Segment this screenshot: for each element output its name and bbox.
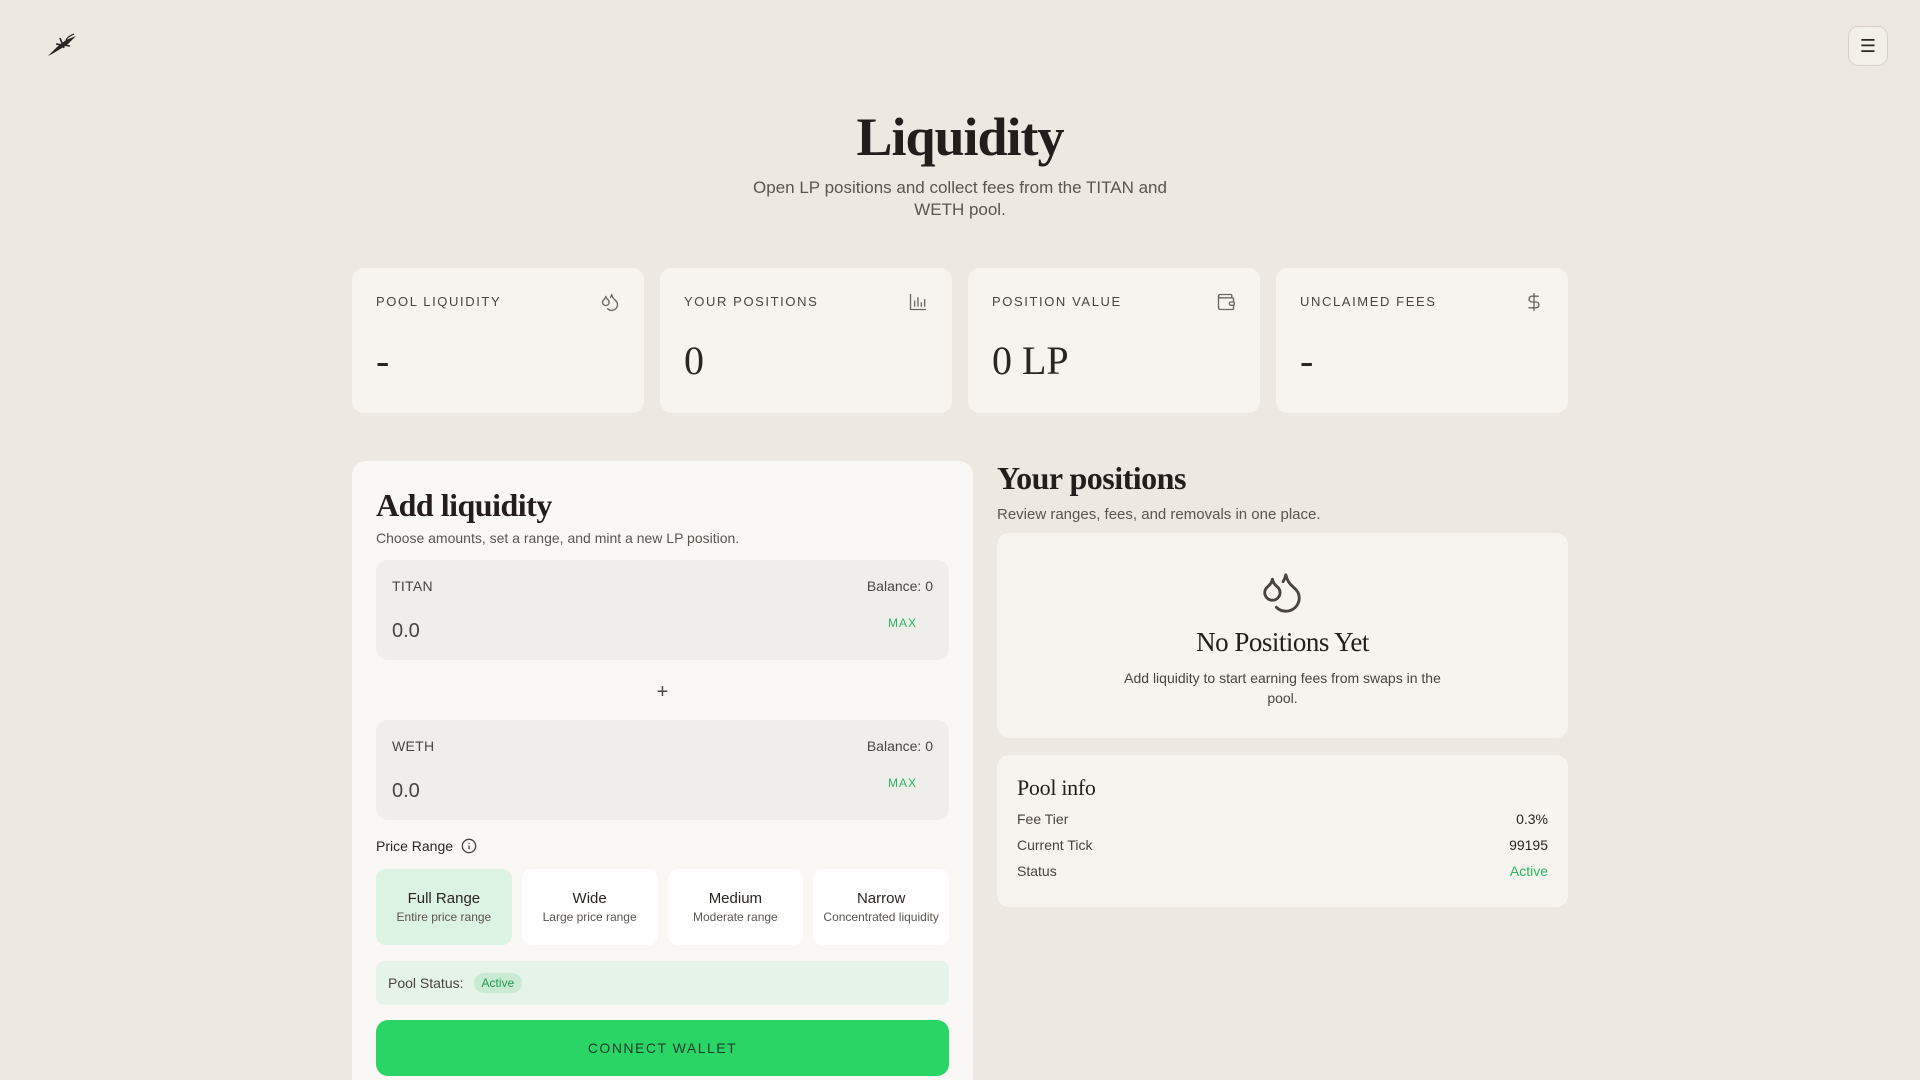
info-label: Fee Tier [1017,811,1069,827]
stat-value: 0 [684,338,704,383]
empty-positions-desc: Add liquidity to start earning fees from… [1124,670,1441,706]
token-b-max-button[interactable]: MAX [888,776,917,790]
positions-title: Your positions [997,460,1186,496]
range-option-full[interactable]: Full Range Entire price range [376,869,512,945]
plus-icon: + [656,681,669,703]
price-range-text: Price Range [376,838,454,854]
token-b-name: WETH [392,738,435,754]
hamburger-menu-icon: ☰ [1859,36,1877,56]
bar-chart-icon [909,293,927,311]
pool-info-title: Pool info [1017,775,1096,800]
positions-subtitle: Review ranges, fees, and removals in one… [997,506,1321,523]
stat-label: POSITION VALUE [992,294,1122,309]
stats-row: POOL LIQUIDITY - YOUR POSITIONS 0 POSITI… [352,268,1568,413]
range-option-title: Narrow [856,890,906,907]
add-liquidity-subtitle: Choose amounts, set a range, and mint a … [376,530,740,546]
empty-positions-title: No Positions Yet [1196,627,1369,657]
page-title: Liquidity [856,107,1064,167]
range-option-desc: Concentrated liquidity [823,910,939,924]
token-a-amount-input[interactable] [392,616,852,646]
token-a-max-button[interactable]: MAX [888,616,917,630]
token-b-balance: Balance: 0 [866,738,933,754]
token-a-box: TITAN Balance: 0 MAX [376,560,949,660]
empty-positions-card: No Positions Yet Add liquidity to start … [997,533,1568,738]
stat-card-pool-liquidity: POOL LIQUIDITY - [352,268,644,413]
range-option-title: Medium [708,890,763,907]
pool-status-bar: Pool Status: Active [376,961,949,1005]
stat-value: - [376,338,390,383]
droplets-icon [1263,573,1301,613]
range-option-medium[interactable]: Medium Moderate range [667,869,804,945]
pool-status-label: Pool Status: [388,975,464,991]
droplets-icon [601,293,619,311]
stat-label: POOL LIQUIDITY [376,294,502,309]
stat-value: - [1300,338,1314,383]
info-value: Active [1509,863,1548,879]
token-a-name: TITAN [392,578,433,594]
stat-card-position-value: POSITION VALUE 0 LP [968,268,1260,413]
stat-label: UNCLAIMED FEES [1300,294,1437,309]
info-icon[interactable] [461,838,477,854]
token-b-amount-input[interactable] [392,776,852,806]
menu-button[interactable]: ☰ [1848,26,1888,66]
info-value: 99195 [1509,837,1548,853]
token-a-balance: Balance: 0 [866,578,933,594]
stat-value: 0 LP [992,338,1069,383]
info-label: Current Tick [1017,837,1093,853]
connect-wallet-button[interactable]: CONNECT WALLET [376,1020,949,1076]
stat-card-unclaimed-fees: UNCLAIMED FEES - [1276,268,1568,413]
stat-card-your-positions: YOUR POSITIONS 0 [660,268,952,413]
price-range-label: Price Range [376,838,477,854]
add-liquidity-title: Add liquidity [376,487,552,523]
token-b-box: WETH Balance: 0 MAX [376,720,949,820]
stat-label: YOUR POSITIONS [684,294,819,309]
wallet-icon [1217,293,1235,311]
pool-info-row-current-tick: Current Tick 99195 [1017,837,1548,853]
info-label: Status [1017,863,1057,879]
pool-info-row-fee-tier: Fee Tier 0.3% [1017,811,1548,827]
range-option-title: Full Range [407,890,481,907]
status-badge: Active [473,973,523,993]
range-option-narrow[interactable]: Narrow Concentrated liquidity [813,869,949,945]
range-option-desc: Large price range [542,910,637,924]
pool-info-row-status: Status Active [1017,863,1548,879]
range-option-title: Wide [572,890,607,907]
range-options: Full Range Entire price range Wide Large… [376,869,949,945]
range-option-desc: Moderate range [693,910,778,924]
page-subtitle: Open LP positions and collect fees from … [753,178,1167,219]
dollar-icon [1528,293,1540,311]
range-option-wide[interactable]: Wide Large price range [521,869,658,945]
bird-logo-icon[interactable] [44,30,80,62]
info-value: 0.3% [1516,811,1548,827]
range-option-desc: Entire price range [396,910,492,924]
pool-info-card: Pool info Fee Tier 0.3% Current Tick 991… [997,755,1568,907]
